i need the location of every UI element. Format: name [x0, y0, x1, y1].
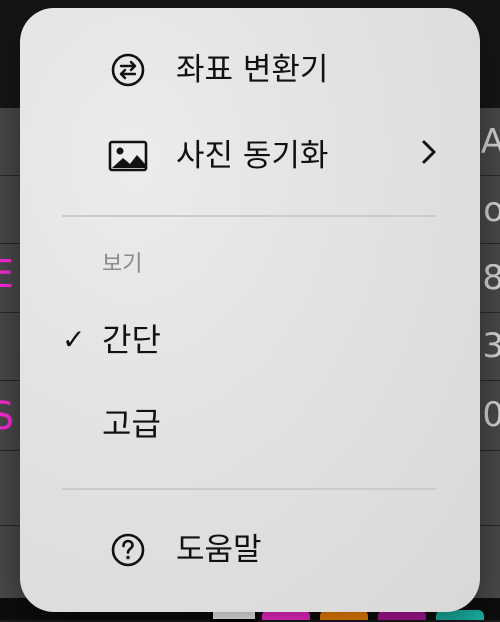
menu-item-label: 좌표 변환기	[176, 52, 329, 88]
view-option-label: 간단	[102, 321, 161, 359]
background-right-glyph: A	[480, 122, 500, 162]
view-section-title: 보기	[102, 252, 143, 277]
coordinate-convert-icon	[108, 50, 148, 90]
menu-divider	[62, 488, 436, 490]
context-menu: 좌표 변환기 사진 동기화 보기 ✓ 간단 고급 도움말	[20, 8, 480, 612]
background-right-glyph: o	[483, 190, 500, 230]
menu-item-label: 사진 동기화	[176, 138, 329, 174]
chevron-right-icon	[420, 136, 438, 176]
background-left-glyph: S	[0, 394, 15, 438]
background-right-glyph: 8	[482, 258, 500, 298]
menu-item-coordinate-converter[interactable]: 좌표 변환기	[20, 48, 480, 92]
background-left-glyph: E	[0, 252, 15, 296]
menu-item-label: 도움말	[176, 532, 262, 568]
photo-icon	[108, 136, 148, 176]
checkmark-icon: ✓	[62, 323, 86, 356]
menu-item-photo-sync[interactable]: 사진 동기화	[20, 134, 480, 178]
view-option-advanced[interactable]: 고급	[20, 404, 480, 448]
view-option-simple[interactable]: ✓ 간단	[20, 320, 480, 364]
help-icon	[108, 530, 148, 570]
background-right-glyph: 0	[482, 395, 500, 435]
background-right-glyph: 3	[482, 326, 500, 366]
menu-divider	[62, 215, 436, 217]
view-option-label: 고급	[102, 405, 161, 443]
menu-item-help[interactable]: 도움말	[20, 530, 480, 574]
